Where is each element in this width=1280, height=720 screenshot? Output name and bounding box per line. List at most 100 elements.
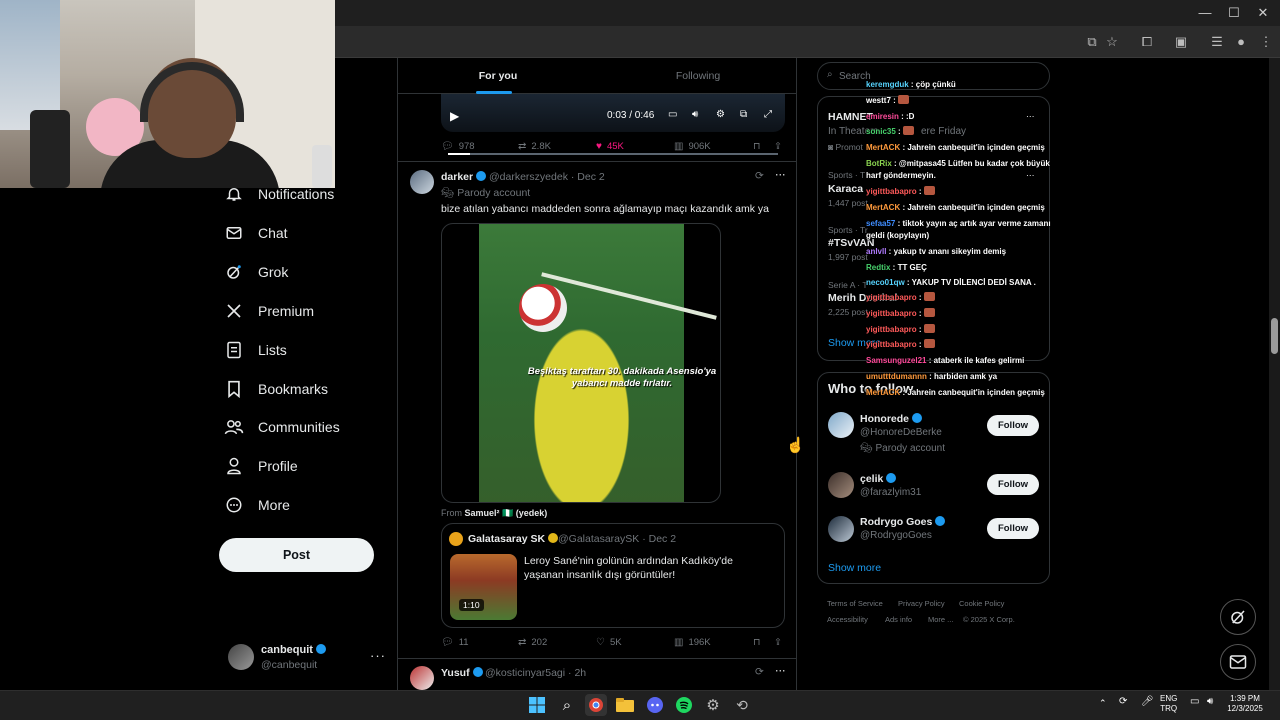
tweet-menu-icon[interactable]: ⋯: [775, 665, 786, 677]
chat-message: yigittbabapro :: [866, 308, 935, 320]
microphone-icon[interactable]: 🎤︎: [1141, 697, 1154, 707]
post-button[interactable]: Post: [219, 538, 374, 572]
like-action[interactable]: ♡ 5K: [596, 637, 622, 648]
share-action[interactable]: ⇪: [774, 141, 782, 152]
messages-fab[interactable]: [1220, 644, 1256, 680]
close-button[interactable]: ✕: [1248, 4, 1278, 22]
footer-link[interactable]: More ...: [928, 615, 953, 624]
avatar[interactable]: [410, 170, 434, 194]
fullscreen-icon[interactable]: ⤢: [764, 109, 772, 120]
follow-button[interactable]: Follow: [987, 415, 1039, 436]
tab-following[interactable]: Following: [598, 58, 796, 94]
screenshot-icon[interactable]: ⧉: [1083, 34, 1101, 50]
nav-grok[interactable]: Grok: [220, 258, 288, 286]
page-scrollbar[interactable]: [1269, 58, 1280, 690]
footer-link[interactable]: Privacy Policy: [898, 599, 945, 608]
reply-action[interactable]: 💬︎ 11: [441, 637, 469, 648]
bookmark-action[interactable]: ⊓: [753, 141, 760, 152]
avatar[interactable]: [828, 516, 854, 542]
chat-message: yigittbabapro :: [866, 324, 935, 336]
grok-fab[interactable]: [1220, 599, 1256, 635]
chrome-icon[interactable]: [585, 694, 607, 716]
scrollbar-thumb[interactable]: [1271, 318, 1278, 354]
play-icon[interactable]: ▶: [450, 109, 459, 123]
footer-link[interactable]: Terms of Service: [827, 599, 883, 608]
miniplayer-icon[interactable]: ⧉: [740, 109, 747, 120]
nav-notifications[interactable]: Notifications: [220, 180, 334, 208]
chat-username: yigittbabapro: [866, 325, 917, 334]
clock[interactable]: 1:39 PM 12/3/2025: [1225, 694, 1265, 714]
reply-icon: 💬︎: [441, 141, 454, 152]
browser-menu-icon[interactable]: ⋮: [1257, 34, 1275, 50]
nav-lists[interactable]: Lists: [220, 336, 287, 364]
extensions-icon[interactable]: ⧠: [1138, 34, 1156, 50]
minimize-button[interactable]: —: [1190, 4, 1220, 22]
chat-text: harbiden amk ya: [933, 372, 998, 381]
nav-more[interactable]: More: [220, 491, 290, 519]
reading-list-icon[interactable]: ☰: [1208, 34, 1226, 50]
repost-action[interactable]: ⇄ 202: [518, 637, 547, 648]
wtf-show-more-link[interactable]: Show more: [828, 562, 881, 574]
avatar[interactable]: [828, 412, 854, 438]
suggestion-name[interactable]: çelik: [860, 473, 897, 485]
follow-button[interactable]: Follow: [987, 518, 1039, 539]
tray-chevron-icon[interactable]: ⌃: [1099, 698, 1107, 708]
views-action[interactable]: ▥ 196K: [674, 637, 711, 648]
settings-icon[interactable]: ⚙: [702, 694, 724, 716]
windows-start-icon[interactable]: [526, 694, 548, 716]
account-menu-icon[interactable]: ···: [370, 648, 386, 663]
footer-link[interactable]: Cookie Policy: [959, 599, 1004, 608]
grok-icon[interactable]: ⟳: [755, 666, 764, 678]
avatar[interactable]: [828, 472, 854, 498]
like-action[interactable]: ♥ 45K: [596, 141, 624, 152]
spotify-icon[interactable]: [673, 694, 695, 716]
search-icon[interactable]: ⌕: [556, 694, 578, 716]
network-icon[interactable]: ▭: [1190, 697, 1199, 707]
tab-for-you[interactable]: For you: [398, 58, 598, 94]
star-icon[interactable]: ☆: [1103, 34, 1121, 50]
app-icon[interactable]: ⟲: [731, 694, 753, 716]
volume-icon[interactable]: 🔊︎: [692, 109, 698, 120]
tweet-media[interactable]: Beşiktaş taraftarı 30. dakikada Asensio'…: [441, 223, 721, 503]
nav-chat[interactable]: Chat: [220, 219, 288, 247]
profile-icon[interactable]: ●: [1232, 34, 1250, 50]
account-switcher[interactable]: canbequit @canbequit ···: [228, 642, 388, 674]
nav-bookmarks[interactable]: Bookmarks: [220, 375, 328, 403]
follow-button[interactable]: Follow: [987, 474, 1039, 495]
split-view-icon[interactable]: ▣: [1172, 34, 1190, 50]
maximize-button[interactable]: ☐: [1219, 4, 1249, 22]
volume-icon[interactable]: 🔊︎: [1207, 697, 1213, 707]
file-explorer-icon[interactable]: [614, 694, 636, 716]
media-source[interactable]: From Samuel² 🇳🇬 (yedek): [441, 508, 547, 519]
trend-menu-icon[interactable]: ⋯: [1026, 111, 1035, 122]
footer-link[interactable]: Accessibility: [827, 615, 868, 624]
tweet-menu-icon[interactable]: ⋯: [775, 169, 786, 181]
quoted-tweet[interactable]: Galatasaray SK @GalatasaraySK · Dec 2 1:…: [441, 523, 785, 628]
share-action[interactable]: ⇪: [774, 637, 782, 648]
footer-link[interactable]: Ads info: [885, 615, 912, 624]
settings-icon[interactable]: ⚙: [716, 109, 725, 120]
trend-name[interactable]: Karaca: [828, 183, 863, 195]
tweet-handle[interactable]: @darkerszyedek · Dec 2: [489, 171, 605, 183]
video-progress-bar[interactable]: [448, 153, 778, 155]
suggestion-name[interactable]: Rodrygo Goes: [860, 516, 946, 528]
language-indicator[interactable]: ENG TRQ: [1160, 694, 1177, 714]
chat-message: Samsunguzel21 : ataberk ile kafes gelirm…: [866, 356, 1025, 365]
suggestion-name[interactable]: Honorede: [860, 413, 923, 425]
repost-action[interactable]: ⇄ 2.8K: [518, 141, 551, 152]
bookmark-action[interactable]: ⊓: [753, 637, 760, 648]
captions-icon[interactable]: ▭: [668, 109, 677, 120]
discord-icon[interactable]: [644, 694, 666, 716]
sync-icon[interactable]: ⟳: [1119, 697, 1127, 707]
grok-icon[interactable]: ⟳: [755, 170, 764, 182]
avatar[interactable]: [410, 666, 434, 690]
tweet-author[interactable]: Yusuf: [441, 667, 483, 679]
nav-communities[interactable]: Communities: [220, 413, 340, 441]
tweet-handle[interactable]: @kosticinyar5agi · 2h: [485, 667, 586, 679]
nav-premium[interactable]: Premium: [220, 297, 314, 325]
tweet-author[interactable]: darker: [441, 171, 487, 183]
nav-profile[interactable]: Profile: [220, 452, 298, 480]
views-action[interactable]: ▥ 906K: [674, 141, 711, 152]
chat-message: emiresin : :D: [866, 112, 915, 121]
reply-action[interactable]: 💬︎ 978: [441, 141, 475, 152]
